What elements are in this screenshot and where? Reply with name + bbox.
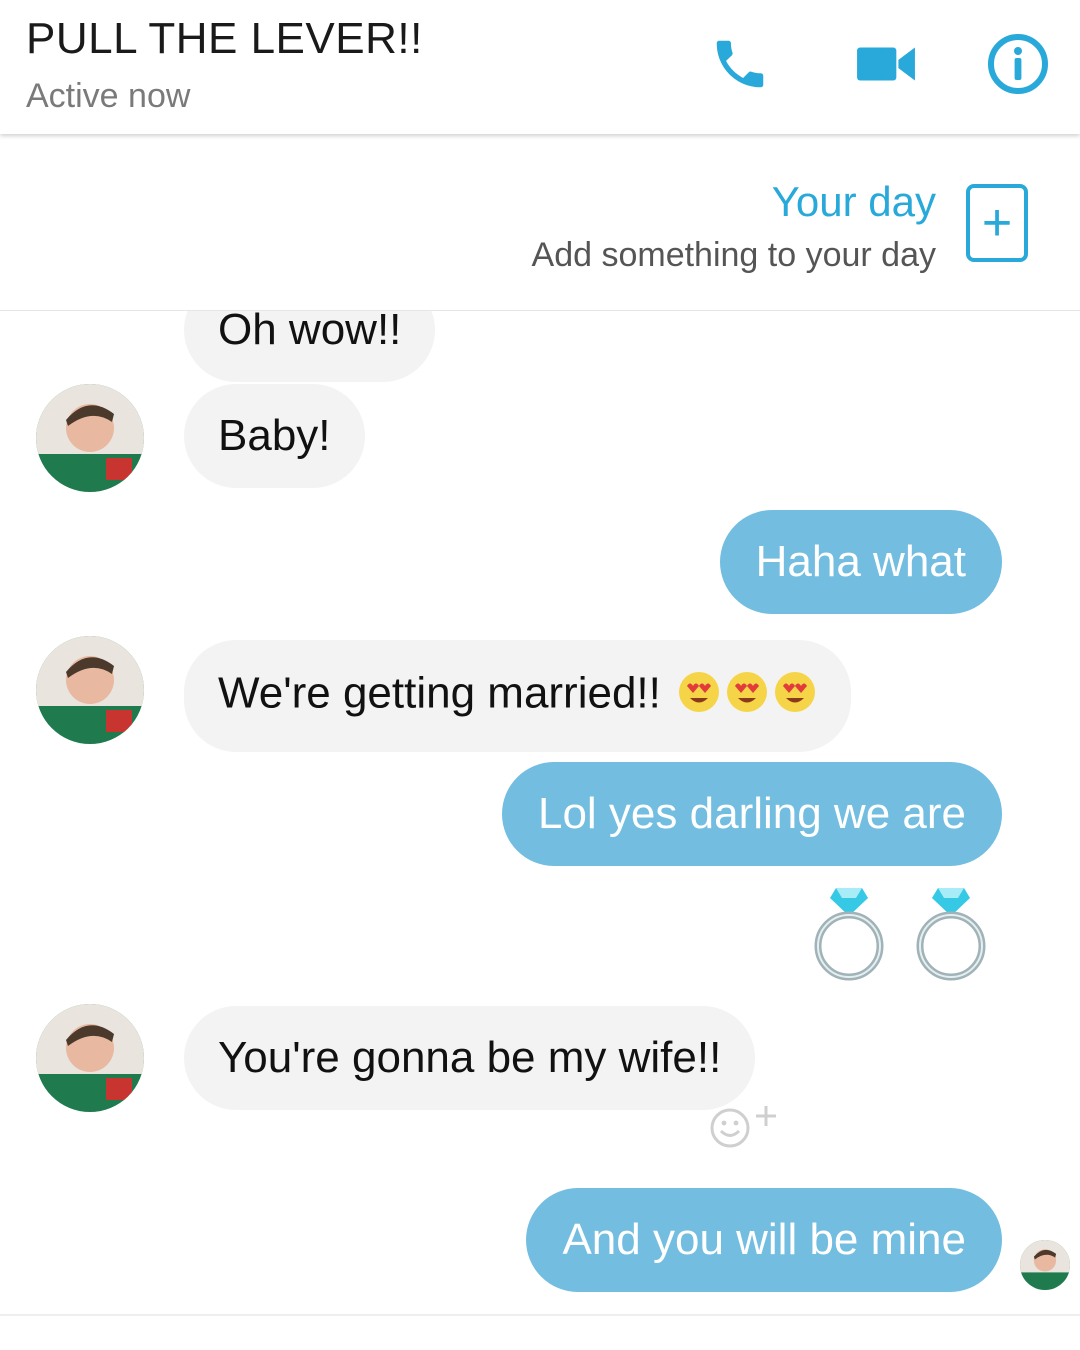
avatar-image (36, 1004, 144, 1112)
message-text: Lol yes darling we are (537, 789, 966, 838)
phone-icon[interactable] (708, 32, 772, 96)
avatar[interactable] (36, 384, 144, 492)
message-text: Haha what (755, 537, 966, 586)
message-bubble-outgoing[interactable]: Lol yes darling we are (501, 762, 1002, 866)
your-day-subtitle: Add something to your day (531, 236, 936, 274)
message-bubble-incoming[interactable]: Baby! (184, 384, 365, 488)
message-text: And you will be mine (562, 1215, 966, 1264)
heart-eyes-emoji-icon (725, 670, 769, 722)
heart-eyes-emoji-icon (677, 670, 721, 722)
message-text: We're getting married!! (218, 668, 661, 718)
video-camera-icon[interactable] (854, 32, 918, 96)
avatar-image (1020, 1240, 1070, 1290)
message-text: Baby! (218, 411, 331, 460)
message-bubble-outgoing[interactable]: Haha what (719, 510, 1002, 614)
info-icon[interactable] (986, 32, 1050, 96)
add-to-day-button[interactable]: + (966, 184, 1028, 262)
message-bubble-incoming[interactable]: We're getting married!! (184, 640, 852, 752)
info-icon-svg (988, 34, 1048, 94)
your-day-title[interactable]: Your day (772, 178, 936, 226)
message-text: You're gonna be my wife!! (218, 1033, 722, 1082)
composer-divider (0, 1314, 1080, 1316)
avatar-image (36, 384, 144, 492)
ring-emoji-icon (814, 888, 986, 981)
smiley-plus-icon (710, 1106, 776, 1148)
avatar[interactable] (36, 1004, 144, 1112)
message-text: Oh wow!! (218, 310, 402, 354)
active-status: Active now (26, 77, 191, 115)
conversation-title[interactable]: PULL THE LEVER!! (26, 14, 423, 64)
message-bubble-incoming[interactable]: Oh wow!! (184, 310, 436, 382)
phone-icon-svg (716, 40, 764, 88)
chat-header: PULL THE LEVER!! Active now (0, 0, 1080, 134)
message-list[interactable]: Oh wow!! Baby! Haha what We're getting m… (0, 310, 1080, 1314)
plus-icon: + (981, 194, 1013, 252)
video-camera-icon-svg (857, 47, 915, 81)
add-reaction-icon[interactable] (706, 1104, 780, 1155)
avatar-image (36, 636, 144, 744)
ring-emoji-message[interactable] (810, 886, 990, 989)
heart-eyes-emoji-icon (773, 670, 817, 722)
read-receipt-avatar (1020, 1240, 1070, 1290)
message-bubble-outgoing[interactable]: And you will be mine (526, 1188, 1002, 1292)
avatar[interactable] (36, 636, 144, 744)
message-bubble-incoming[interactable]: You're gonna be my wife!! (184, 1006, 756, 1110)
